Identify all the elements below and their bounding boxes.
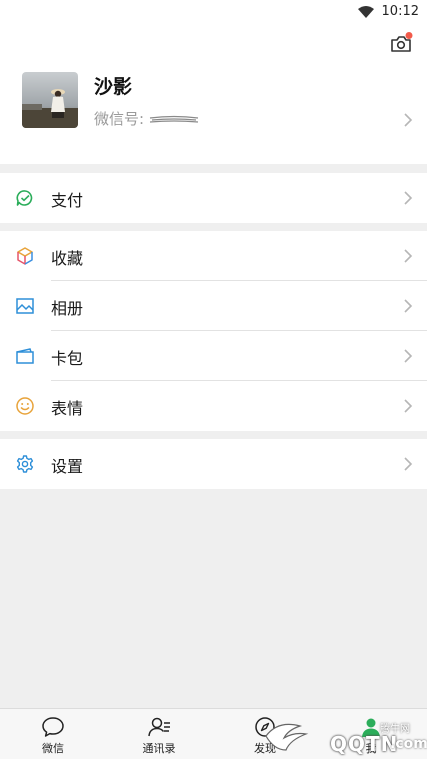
wifi-icon <box>357 5 374 18</box>
redacted-id-scribble <box>149 115 199 123</box>
cube-icon <box>17 247 33 265</box>
tab-label: 微信 <box>42 742 64 755</box>
menu-item-label: 设置 <box>51 457 84 476</box>
chevron-right-icon <box>404 457 413 471</box>
tab-label: 通讯录 <box>142 742 176 755</box>
chevron-right-icon <box>404 113 413 127</box>
wallet-check-icon <box>16 190 33 206</box>
tab-contacts[interactable]: 通讯录 <box>106 709 212 759</box>
menu-item-settings[interactable]: 设置 <box>0 439 427 489</box>
contacts-icon <box>148 717 170 737</box>
watermark-suffix: .com <box>390 736 427 752</box>
wechat-id-label: 微信号: <box>94 110 145 128</box>
image-icon <box>16 298 34 314</box>
menu-item-pay[interactable]: 支付 <box>0 173 427 223</box>
menu-item-favorites[interactable]: 收藏 <box>0 231 427 281</box>
gear-icon <box>16 455 34 473</box>
chevron-right-icon <box>404 191 413 205</box>
status-right: 10:12 <box>357 4 419 19</box>
chevron-right-icon <box>404 249 413 263</box>
menu-item-stickers[interactable]: 表情 <box>0 381 427 431</box>
menu-item-cards[interactable]: 卡包 <box>0 331 427 381</box>
wechat-id-row: 微信号: <box>94 108 200 129</box>
menu-item-label: 卡包 <box>51 349 84 368</box>
chevron-right-icon <box>404 349 413 363</box>
status-bar: 10:12 <box>0 0 427 26</box>
watermark-logo <box>265 723 309 751</box>
card-icon <box>16 348 34 364</box>
chat-bubble-icon <box>42 717 64 737</box>
tab-chats[interactable]: 微信 <box>0 709 106 759</box>
smiley-icon <box>16 397 34 415</box>
avatar[interactable] <box>22 72 78 128</box>
chevron-right-icon <box>404 299 413 313</box>
group-pay: 支付 <box>0 173 427 223</box>
menu-item-label: 收藏 <box>51 249 84 268</box>
menu-item-album[interactable]: 相册 <box>0 281 427 331</box>
watermark-tag: 腾牛网 <box>380 724 410 735</box>
menu-item-label: 支付 <box>51 191 84 210</box>
status-time: 10:12 <box>381 4 419 19</box>
group-settings: 设置 <box>0 439 427 489</box>
profile-nickname: 沙影 <box>94 76 133 98</box>
menu-item-label: 表情 <box>51 399 84 418</box>
group-features: 收藏 相册 卡包 表情 <box>0 231 427 431</box>
profile-header[interactable]: 沙影 微信号: <box>0 26 427 164</box>
notification-dot <box>405 32 413 39</box>
watermark: QQTN 腾牛网 .com <box>260 712 427 758</box>
camera-icon[interactable] <box>389 32 413 54</box>
watermark-brand: QQTN <box>330 732 399 756</box>
chevron-right-icon <box>404 399 413 413</box>
menu-item-label: 相册 <box>51 299 84 318</box>
